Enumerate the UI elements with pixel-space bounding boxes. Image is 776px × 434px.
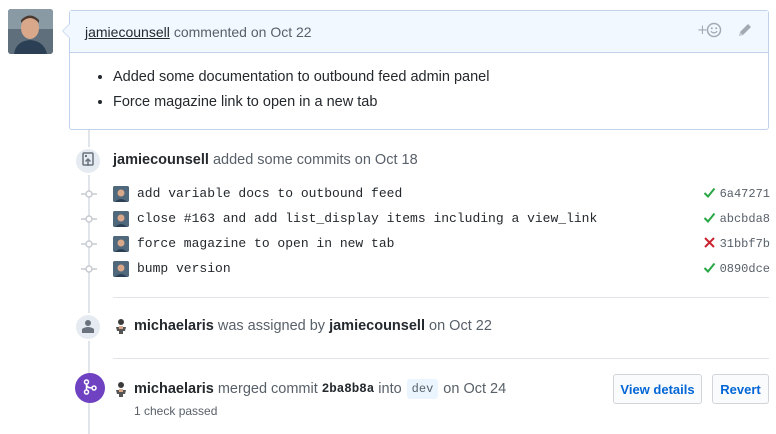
commit-author-avatar[interactable] — [113, 235, 129, 252]
merger-link[interactable]: michaelaris — [134, 381, 214, 397]
check-icon[interactable] — [703, 211, 716, 227]
commit-sha-link[interactable]: abcbda8 — [720, 212, 770, 226]
revert-button[interactable]: Revert — [712, 374, 769, 404]
smiley-plus-icon[interactable]: + — [697, 22, 723, 41]
merger-avatar[interactable] — [113, 381, 129, 397]
check-icon[interactable] — [703, 261, 716, 277]
comment-box: jamiecounsell commented on Oct 22 + • Ad… — [62, 10, 769, 130]
commit-message-link[interactable]: force magazine to open in new tab — [137, 236, 394, 251]
comment-body: Added some documentation to outbound fee… — [70, 53, 768, 115]
comment-list-item: Force magazine link to open in a new tab — [113, 90, 753, 115]
assign-mid-text: was assigned by — [217, 318, 326, 334]
assign-date: on Oct 22 — [429, 318, 492, 334]
assignee-avatar[interactable] — [113, 318, 129, 334]
commits-event-title: jamiecounsell added some commits on Oct … — [113, 152, 418, 168]
commits-author-link[interactable]: jamiecounsell — [113, 152, 209, 168]
merge-date: on Oct 24 — [443, 381, 507, 397]
commit-row: force magazine to open in new tab 31bbf7… — [80, 231, 770, 256]
git-merge-icon — [83, 378, 97, 398]
comment-author-link[interactable]: jamiecounsell — [85, 24, 170, 40]
commit-author-avatar[interactable] — [113, 260, 129, 277]
commit-sha-link[interactable]: 0890dce — [720, 262, 770, 276]
author-avatar[interactable] — [8, 9, 53, 54]
svg-text:+: + — [697, 23, 708, 38]
commits-event-text: added some commits on Oct 18 — [212, 152, 418, 168]
assignee-link[interactable]: michaelaris — [134, 318, 214, 334]
branch-label[interactable]: dev — [406, 379, 439, 399]
commit-row: close #163 and add list_display items in… — [80, 206, 770, 231]
git-commit-icon — [80, 185, 98, 203]
comment-meta: commented on Oct 22 — [173, 23, 312, 40]
assign-event-badge — [74, 313, 102, 341]
git-commit-icon — [80, 210, 98, 228]
comment-list-item: Added some documentation to outbound fee… — [113, 65, 753, 90]
merge-event-badge — [75, 373, 105, 403]
x-icon[interactable] — [703, 236, 716, 252]
commit-sha-link[interactable]: 31bbf7b — [720, 237, 770, 251]
repo-push-icon — [81, 151, 95, 171]
assigner-link[interactable]: jamiecounsell — [329, 318, 425, 334]
pencil-icon[interactable] — [737, 22, 753, 41]
checks-status[interactable]: 1 check passed — [134, 404, 217, 418]
commit-message-link[interactable]: bump version — [137, 261, 231, 276]
merge-sha-link[interactable]: 2ba8b8a — [322, 382, 375, 396]
merge-event-text: michaelaris merged commit 2ba8b8a into d… — [113, 379, 506, 399]
commit-event-badge — [74, 147, 102, 175]
commit-author-avatar[interactable] — [113, 185, 129, 202]
comment-header: jamiecounsell commented on Oct 22 + — [70, 11, 768, 53]
commit-row: bump version 0890dce — [80, 256, 770, 281]
git-commit-icon — [80, 235, 98, 253]
commit-sha-link[interactable]: 6a47271 — [720, 187, 770, 201]
commit-row: add variable docs to outbound feed 6a472… — [80, 181, 770, 206]
assign-event-text: michaelaris was assigned by jamiecounsel… — [113, 318, 492, 334]
merge-into-text: into — [378, 381, 402, 397]
person-icon — [82, 319, 94, 336]
git-commit-icon — [80, 260, 98, 278]
view-details-button[interactable]: View details — [613, 374, 702, 404]
check-icon[interactable] — [703, 186, 716, 202]
merge-mid-text: merged commit — [217, 381, 318, 397]
commit-message-link[interactable]: add variable docs to outbound feed — [137, 186, 402, 201]
commit-author-avatar[interactable] — [113, 210, 129, 227]
timeline-divider — [113, 358, 769, 359]
commit-message-link[interactable]: close #163 and add list_display items in… — [137, 211, 597, 226]
timeline-divider — [113, 297, 769, 298]
